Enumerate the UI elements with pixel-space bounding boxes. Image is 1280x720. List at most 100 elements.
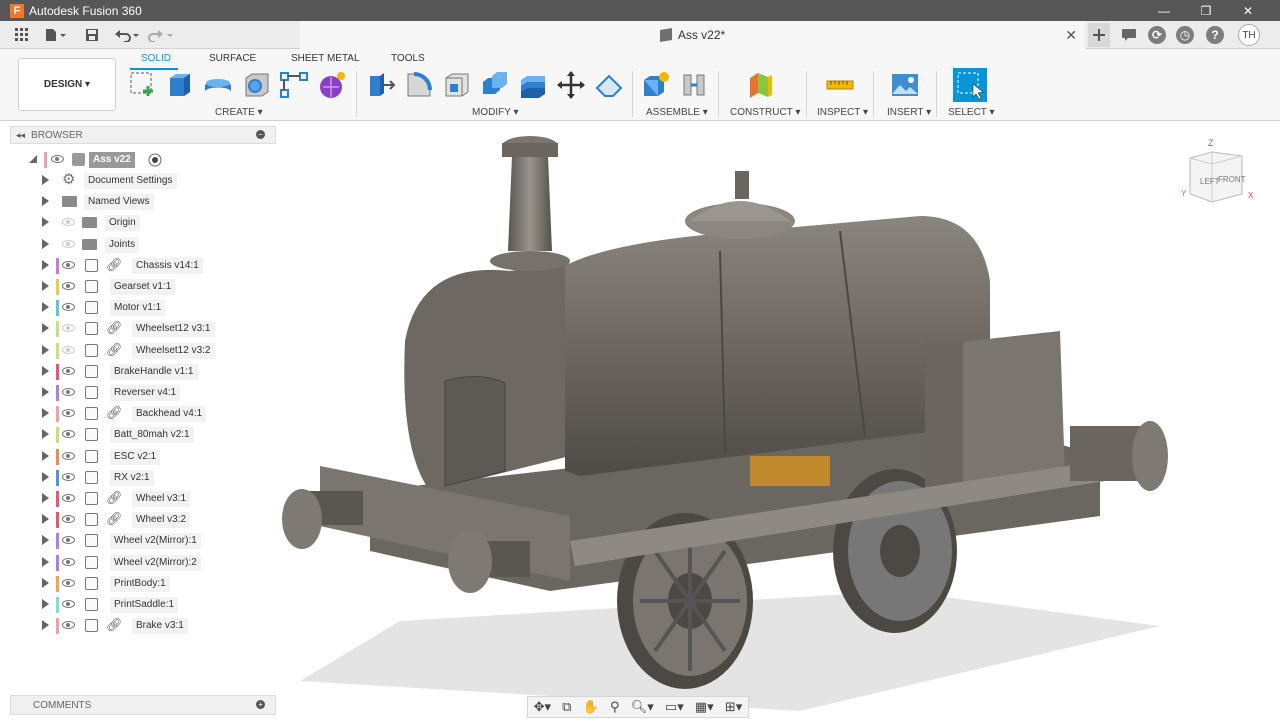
- data-panel-grid-icon[interactable]: [12, 25, 32, 45]
- comments-bubble-icon[interactable]: [1118, 25, 1140, 45]
- browser-row[interactable]: 🔗︎ Chassis v14:1: [42, 256, 302, 276]
- expand-triangle-icon[interactable]: [42, 281, 49, 291]
- tab-solid[interactable]: SOLID: [141, 53, 171, 64]
- browser-row[interactable]: 🔗︎ Brake v3:1: [42, 616, 302, 636]
- expand-triangle-icon[interactable]: [42, 471, 49, 482]
- save-icon[interactable]: [82, 25, 102, 45]
- shell-icon[interactable]: [480, 70, 510, 100]
- expand-triangle-icon[interactable]: [42, 599, 49, 609]
- browser-row[interactable]: 🔗︎ Wheel v3:2: [42, 510, 302, 530]
- revolve-icon[interactable]: [203, 70, 233, 100]
- tab-surface[interactable]: SURFACE: [209, 53, 256, 64]
- expand-triangle-icon[interactable]: [42, 217, 49, 228]
- new-component-icon[interactable]: [641, 70, 671, 100]
- file-menu-icon[interactable]: [42, 25, 70, 45]
- shell-hole-icon[interactable]: [242, 70, 272, 100]
- fillet-icon[interactable]: [404, 70, 434, 100]
- expand-triangle-icon[interactable]: [42, 429, 49, 440]
- display-settings-icon[interactable]: ▭▾: [665, 699, 684, 715]
- browser-row[interactable]: RX v2:1: [42, 468, 302, 488]
- chamfer-icon[interactable]: [442, 70, 472, 100]
- browser-row[interactable]: ESC v2:1: [42, 447, 302, 467]
- add-comment-icon[interactable]: +: [256, 700, 265, 709]
- maximize-button[interactable]: ❐: [1186, 0, 1226, 21]
- user-avatar[interactable]: TH: [1236, 24, 1262, 46]
- visibility-eye-icon[interactable]: [62, 345, 75, 354]
- undo-icon[interactable]: [112, 25, 142, 45]
- collapse-browser-icon[interactable]: ◂◂: [16, 130, 25, 141]
- new-tab-plus-icon[interactable]: [1088, 23, 1110, 47]
- visibility-eye-icon[interactable]: [62, 536, 75, 545]
- model-viewport[interactable]: [280, 121, 1280, 720]
- extrude-icon[interactable]: [165, 70, 195, 100]
- tab-sheet-metal[interactable]: SHEET METAL: [291, 53, 360, 64]
- press-pull-icon[interactable]: [366, 70, 396, 100]
- visibility-eye-icon[interactable]: [62, 557, 75, 566]
- expand-triangle-icon[interactable]: [42, 387, 49, 397]
- browser-row[interactable]: Wheel v2(Mirror):2: [42, 553, 302, 573]
- browser-root-row[interactable]: Ass v22: [28, 150, 288, 170]
- expand-triangle-icon[interactable]: [42, 259, 49, 270]
- grid-settings-icon[interactable]: ▦▾: [695, 699, 714, 715]
- expand-triangle-icon[interactable]: [42, 535, 49, 546]
- rectangular-pattern-icon[interactable]: [279, 70, 309, 100]
- view-cube[interactable]: LEFT FRONT Z X Y: [1180, 136, 1256, 212]
- expand-triangle-icon[interactable]: [42, 556, 49, 567]
- offset-plane-icon[interactable]: [746, 70, 776, 100]
- insert-menu[interactable]: INSERT ▾: [887, 107, 931, 118]
- viewcube-front-label[interactable]: FRONT: [1218, 175, 1246, 184]
- viewports-icon[interactable]: ⊞▾: [725, 699, 742, 715]
- create-sketch-icon[interactable]: [128, 70, 158, 100]
- visibility-eye-icon[interactable]: [62, 303, 75, 312]
- browser-row[interactable]: 🔗︎ Wheelset12 v3:2: [42, 341, 302, 361]
- document-tab[interactable]: Ass v22* ✕: [300, 21, 1085, 49]
- visibility-eye-icon[interactable]: [62, 239, 75, 248]
- pan-hand-icon[interactable]: ✋: [583, 699, 599, 715]
- help-icon[interactable]: ?: [1204, 25, 1226, 45]
- visibility-eye-icon[interactable]: [62, 515, 75, 524]
- browser-row[interactable]: Gearset v1:1: [42, 277, 302, 297]
- browser-row[interactable]: Origin: [42, 213, 302, 233]
- visibility-eye-icon[interactable]: [62, 324, 75, 333]
- expand-triangle-icon[interactable]: [42, 175, 49, 185]
- browser-row[interactable]: Batt_80mah v2:1: [42, 425, 302, 445]
- expand-triangle-icon[interactable]: [42, 196, 49, 207]
- visibility-eye-icon[interactable]: [62, 218, 75, 227]
- browser-row[interactable]: Named Views: [42, 192, 302, 212]
- expand-triangle-icon[interactable]: [42, 238, 49, 249]
- tab-tools[interactable]: TOOLS: [391, 53, 425, 64]
- inspect-menu[interactable]: INSPECT ▾: [817, 107, 868, 118]
- visibility-eye-icon[interactable]: [51, 155, 64, 163]
- zoom-window-icon[interactable]: ⚲: [610, 699, 620, 715]
- expand-triangle-icon[interactable]: [42, 323, 49, 334]
- minimize-button[interactable]: —: [1144, 0, 1184, 21]
- browser-row[interactable]: PrintSaddle:1: [42, 595, 302, 615]
- visibility-eye-icon[interactable]: [62, 494, 75, 502]
- assemble-menu[interactable]: ASSEMBLE ▾: [646, 107, 708, 118]
- form-create-icon[interactable]: [317, 70, 347, 100]
- redo-icon[interactable]: [146, 25, 176, 45]
- visibility-eye-icon[interactable]: [62, 578, 75, 587]
- visibility-eye-icon[interactable]: [62, 260, 75, 269]
- combine-icon[interactable]: [518, 70, 548, 100]
- modify-menu[interactable]: MODIFY ▾: [472, 107, 519, 118]
- expand-triangle-icon[interactable]: [42, 493, 49, 503]
- expand-triangle-icon[interactable]: [42, 577, 49, 588]
- browser-row[interactable]: Reverser v4:1: [42, 383, 302, 403]
- create-menu[interactable]: CREATE ▾: [215, 107, 263, 118]
- select-menu[interactable]: SELECT ▾: [948, 107, 995, 118]
- expand-triangle-icon[interactable]: [42, 302, 49, 313]
- look-at-icon[interactable]: ⧉: [562, 699, 571, 715]
- expand-triangle-icon[interactable]: [42, 365, 49, 376]
- browser-row[interactable]: ⚙ Document Settings: [42, 171, 302, 191]
- expand-triangle-icon[interactable]: [42, 344, 49, 355]
- activate-radio-icon[interactable]: [148, 153, 162, 167]
- visibility-eye-icon[interactable]: [62, 621, 75, 630]
- orbit-move-icon[interactable]: ✥▾: [534, 699, 551, 715]
- visibility-eye-icon[interactable]: [62, 472, 75, 481]
- visibility-eye-icon[interactable]: [62, 388, 75, 396]
- visibility-eye-icon[interactable]: [62, 366, 75, 375]
- measure-icon[interactable]: [825, 70, 855, 100]
- expand-triangle-icon[interactable]: [42, 620, 49, 631]
- visibility-eye-icon[interactable]: [62, 430, 75, 439]
